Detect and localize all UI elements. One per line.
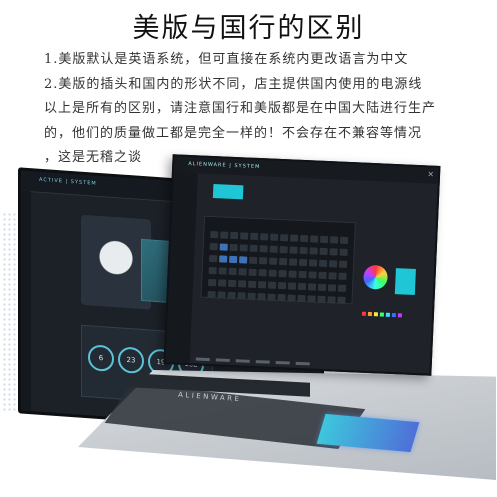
swatch[interactable]: [385, 312, 390, 317]
color-wheel[interactable]: [363, 264, 389, 290]
notes-block: 1.美版默认是英语系统，但可直接在系统内更改语言为中文 2.美版的插头和国内的形…: [44, 48, 494, 171]
window-tab-label: ALIENWARE | SYSTEM: [188, 160, 261, 171]
note-line: 2.美版的插头和国内的形状不同，店主提供国内使用的电源线: [44, 76, 423, 92]
app-sidebar: [21, 190, 31, 412]
window-bottom-bar: [195, 345, 396, 366]
swatch[interactable]: [391, 312, 396, 318]
keyboard-preview: [200, 215, 356, 305]
swatch[interactable]: [367, 311, 373, 317]
color-swatches: [361, 301, 405, 322]
note-line: 以上是所有的区别，请注意国行和美版都是在中国大陆进行生产: [44, 101, 437, 116]
swatch[interactable]: [397, 313, 402, 318]
close-icon[interactable]: ×: [427, 169, 434, 178]
window-sidebar: [165, 172, 198, 364]
keyboard-config-window: ALIENWARE | SYSTEM ×: [163, 154, 441, 376]
selected-color-swatch: [394, 268, 416, 295]
swatch[interactable]: [373, 312, 379, 317]
app-tab-label: ACTIVE | SYSTEM: [39, 176, 97, 187]
note-line: 的，他们的质量做工都是完全一样的！不会存在不兼容等情况: [44, 125, 423, 141]
page-title: 美版与国行的区别: [132, 13, 365, 44]
swatch[interactable]: [361, 311, 367, 316]
note-line: 1.美版默认是英语系统，但可直接在系统内更改语言为中文: [44, 52, 409, 67]
swatch[interactable]: [379, 312, 385, 317]
key-row: [207, 283, 348, 304]
gauge: 6: [88, 344, 114, 373]
gauge: 23: [118, 346, 144, 375]
lighting-button[interactable]: [212, 184, 244, 200]
